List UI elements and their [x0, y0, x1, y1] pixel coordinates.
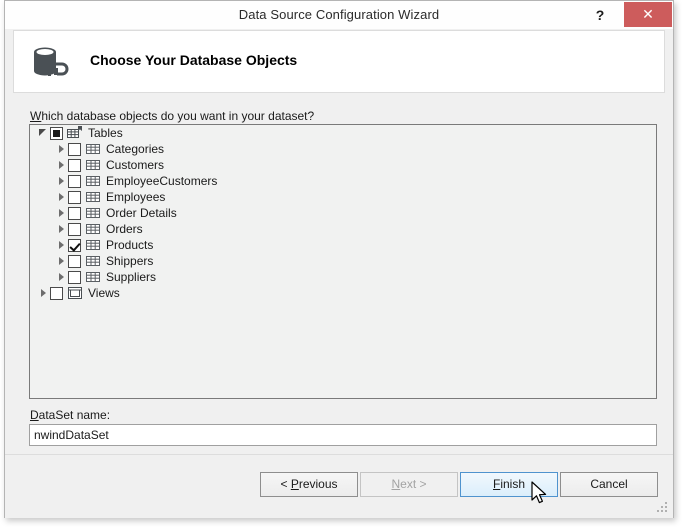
checkbox-views[interactable]	[50, 286, 63, 300]
dataset-name-label: DataSet name:	[30, 408, 110, 422]
tree-node-label: Shippers	[106, 254, 154, 268]
tree-row[interactable]: Order Details	[30, 205, 656, 221]
view-icon	[67, 285, 83, 301]
dataset-name-input[interactable]	[29, 424, 657, 446]
previous-button[interactable]: < Previous	[260, 472, 358, 497]
dataset-label-text: ataSet name:	[38, 408, 111, 422]
title-bar: Data Source Configuration Wizard ? ✕	[5, 1, 673, 29]
header-panel: Choose Your Database Objects	[13, 30, 665, 93]
next-button[interactable]: Next >	[360, 472, 458, 497]
page-title: Choose Your Database Objects	[90, 52, 298, 68]
tree-row[interactable]: Shippers	[30, 253, 656, 269]
expand-arrow-icon[interactable]	[38, 285, 50, 301]
expand-arrow-icon[interactable]	[56, 205, 68, 221]
dialog-footer: < Previous Next > Finish Cancel	[5, 454, 673, 518]
window-title: Data Source Configuration Wizard	[238, 7, 440, 22]
table-icon	[85, 221, 101, 237]
table-icon	[85, 205, 101, 221]
tree-row[interactable]: Categories	[30, 141, 656, 157]
checkbox-tables[interactable]	[50, 126, 63, 140]
cancel-button[interactable]: Cancel	[560, 472, 658, 497]
table-icon	[85, 253, 101, 269]
tree-row[interactable]: Orders	[30, 221, 656, 237]
tree-row[interactable]: Customers	[30, 157, 656, 173]
tree-row[interactable]: Views	[30, 285, 656, 301]
tree-row[interactable]: EmployeeCustomers	[30, 173, 656, 189]
tree-row[interactable]: Employees	[30, 189, 656, 205]
checkbox-order-details[interactable]	[68, 206, 81, 220]
table-icon	[85, 157, 101, 173]
close-button[interactable]: ✕	[624, 2, 672, 27]
table-icon	[85, 141, 101, 157]
checkbox-shippers[interactable]	[68, 254, 81, 268]
tree-node-label: Employees	[106, 190, 166, 204]
database-objects-tree[interactable]: Tables Categories Customers EmployeeCustome…	[29, 124, 657, 399]
table-icon	[85, 173, 101, 189]
tree-node-label: Categories	[106, 142, 165, 156]
tree-node-label: Views	[88, 286, 120, 300]
expand-arrow-icon[interactable]	[56, 173, 68, 189]
resize-grip[interactable]	[657, 502, 669, 514]
checkbox-suppliers[interactable]	[68, 270, 81, 284]
prompt-text: hich database objects do you want in you…	[41, 109, 315, 123]
tree-row[interactable]: Suppliers	[30, 269, 656, 285]
tree-row[interactable]: Products	[30, 237, 656, 253]
tables-group-icon	[67, 125, 83, 141]
database-icon	[28, 39, 76, 87]
dialog-body: Which database objects do you want in yo…	[5, 94, 673, 454]
checkbox-products[interactable]	[68, 238, 81, 252]
tree-node-label: EmployeeCustomers	[106, 174, 218, 188]
prompt-accel: W	[30, 109, 42, 123]
expand-arrow-icon[interactable]	[56, 141, 68, 157]
checkbox-orders[interactable]	[68, 222, 81, 236]
tree-node-label: Suppliers	[106, 270, 157, 284]
expand-arrow-icon[interactable]	[56, 237, 68, 253]
dialog-window: Data Source Configuration Wizard ? ✕ Cho…	[4, 0, 674, 518]
table-icon	[85, 269, 101, 285]
table-icon	[85, 237, 101, 253]
tree-node-label: Products	[106, 238, 154, 252]
checkbox-categories[interactable]	[68, 142, 81, 156]
tree-node-label: Orders	[106, 222, 143, 236]
expand-arrow-icon[interactable]	[56, 269, 68, 285]
dataset-label-accel: D	[30, 408, 39, 422]
finish-button[interactable]: Finish	[460, 472, 558, 497]
checkbox-employeecustomers[interactable]	[68, 174, 81, 188]
help-button[interactable]: ?	[587, 3, 613, 27]
expand-arrow-icon[interactable]	[56, 221, 68, 237]
prompt-label: Which database objects do you want in yo…	[30, 109, 314, 123]
checkbox-customers[interactable]	[68, 158, 81, 172]
table-icon	[85, 189, 101, 205]
tree-row[interactable]: Tables	[30, 125, 656, 141]
expand-arrow-icon[interactable]	[56, 253, 68, 269]
tree-node-label: Customers	[106, 158, 165, 172]
collapse-arrow-icon[interactable]	[38, 125, 50, 141]
expand-arrow-icon[interactable]	[56, 157, 68, 173]
checkbox-employees[interactable]	[68, 190, 81, 204]
expand-arrow-icon[interactable]	[56, 189, 68, 205]
tree-node-label: Tables	[88, 126, 123, 140]
tree-node-label: Order Details	[106, 206, 177, 220]
